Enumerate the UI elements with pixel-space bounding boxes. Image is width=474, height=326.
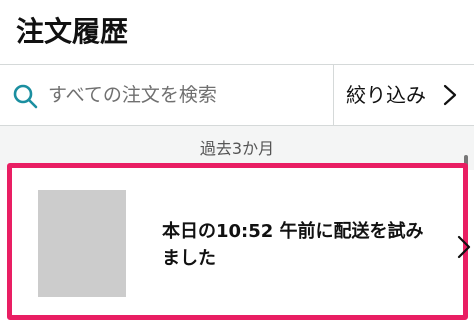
- app-header: 注文履歴: [0, 0, 474, 62]
- chevron-right-icon: [457, 235, 471, 259]
- search-icon[interactable]: [12, 83, 38, 109]
- search-input[interactable]: [44, 77, 332, 113]
- filter-button[interactable]: 絞り込み: [333, 65, 474, 125]
- delivery-status-text: 本日の10:52 午前に配送を試みました: [162, 221, 424, 269]
- chevron-right-icon: [443, 84, 457, 106]
- order-card[interactable]: 本日の10:52 午前に配送を試みました: [7, 163, 471, 320]
- period-label: 過去3か月: [199, 139, 275, 158]
- search-bar: 絞り込み: [0, 64, 474, 126]
- filter-label: 絞り込み: [346, 83, 426, 107]
- product-thumbnail[interactable]: [38, 190, 126, 297]
- page-title: 注文履歴: [16, 15, 129, 48]
